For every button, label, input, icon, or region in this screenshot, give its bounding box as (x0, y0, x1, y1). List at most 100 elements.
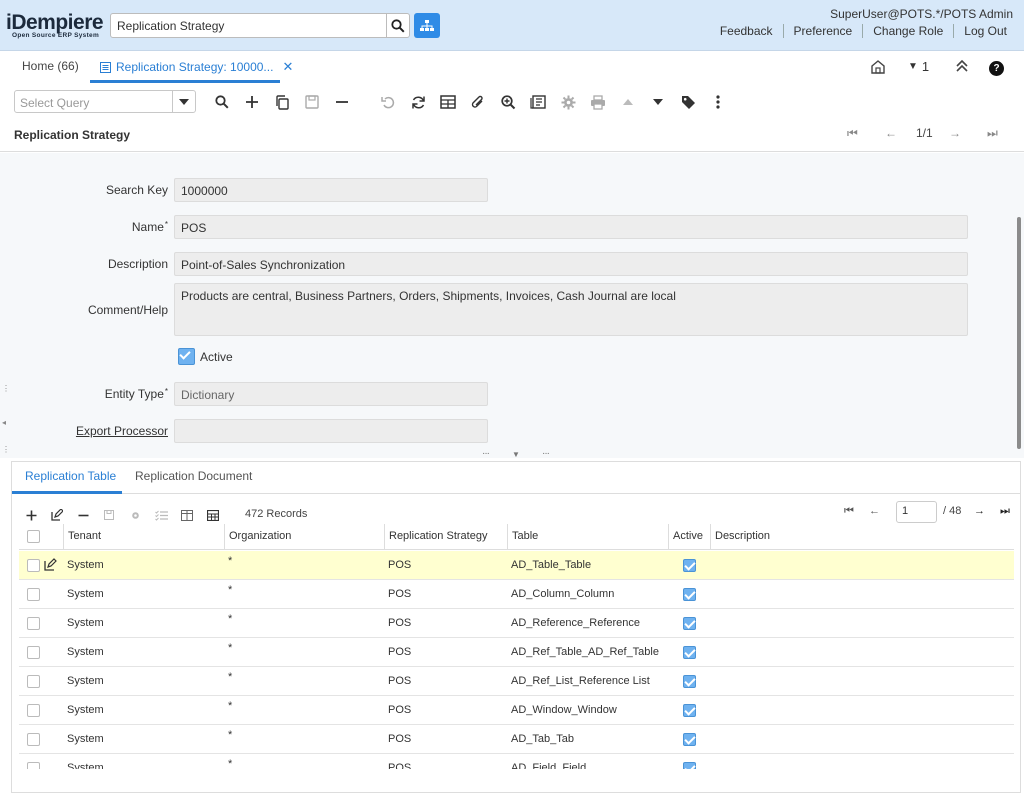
cell-active-checkbox[interactable] (683, 617, 696, 630)
tab-replication-document[interactable]: Replication Document (135, 469, 252, 483)
table-row[interactable]: System * POS AD_Column_Column (19, 580, 1014, 609)
last-record-icon[interactable]: ⏭ (987, 126, 998, 141)
preference-link[interactable]: Preference (784, 24, 864, 38)
column-header-tenant[interactable]: Tenant (63, 524, 224, 550)
comment-help-textarea[interactable]: Products are central, Business Partners,… (174, 283, 968, 336)
tab-home[interactable]: Home (66) (22, 59, 79, 73)
table-row[interactable]: System * POS AD_Field_Field (19, 754, 1014, 769)
tab-replication-strategy[interactable]: Replication Strategy: 10000... ✕ (100, 59, 293, 75)
row-select-checkbox[interactable] (27, 704, 40, 717)
table-row[interactable]: System * POS AD_Table_Table (19, 551, 1014, 580)
row-select-checkbox[interactable] (27, 617, 40, 630)
cell-active-checkbox[interactable] (683, 588, 696, 601)
row-select-checkbox[interactable] (27, 559, 40, 572)
table-row[interactable]: System * POS AD_Tab_Tab (19, 725, 1014, 754)
row-select-checkbox[interactable] (27, 675, 40, 688)
detail-form-view-button[interactable] (180, 508, 194, 522)
tab-replication-table[interactable]: Replication Table (25, 469, 116, 483)
cell-active-checkbox[interactable] (683, 559, 696, 572)
detail-edit-button[interactable] (50, 508, 64, 522)
detail-checklist-button[interactable] (154, 508, 168, 522)
undo-button[interactable] (378, 92, 398, 112)
open-windows-dropdown[interactable]: ▼ 1 (908, 59, 929, 74)
table-row[interactable]: System * POS AD_Ref_List_Reference List (19, 667, 1014, 696)
feedback-link[interactable]: Feedback (710, 24, 784, 38)
more-actions-button[interactable] (708, 92, 728, 112)
column-header-replication-strategy[interactable]: Replication Strategy (384, 524, 507, 550)
refresh-button[interactable] (408, 92, 428, 112)
form-scrollbar[interactable] (1017, 217, 1021, 449)
page-number-input[interactable]: 1 (896, 501, 937, 523)
label-button[interactable] (678, 92, 698, 112)
cell-replication-strategy: POS (388, 559, 412, 571)
detail-record-button[interactable] (648, 92, 668, 112)
left-collapse-icon[interactable]: ◂ (2, 418, 6, 427)
column-header-description[interactable]: Description (710, 524, 1012, 550)
home-icon[interactable] (870, 59, 886, 78)
detail-grid-view-button[interactable] (206, 508, 220, 522)
row-edit-icon[interactable] (44, 558, 57, 574)
save-button[interactable] (302, 92, 322, 112)
description-field[interactable]: Point-of-Sales Synchronization (174, 252, 968, 276)
first-page-icon[interactable]: ⏮ (844, 505, 854, 518)
export-processor-field[interactable] (174, 419, 488, 443)
cell-active-checkbox[interactable] (683, 675, 696, 688)
detail-splitter[interactable]: ··· ▼ ··· (0, 448, 1024, 462)
detail-save-button[interactable] (102, 508, 116, 522)
chevron-down-icon[interactable] (172, 91, 195, 112)
search-key-field[interactable]: 1000000 (174, 178, 488, 202)
column-header-table[interactable]: Table (507, 524, 668, 550)
entity-type-field[interactable]: Dictionary (174, 382, 488, 406)
new-record-button[interactable] (242, 92, 262, 112)
detail-new-button[interactable] (24, 508, 38, 522)
copy-record-button[interactable] (272, 92, 292, 112)
row-select-checkbox[interactable] (27, 733, 40, 746)
previous-page-icon[interactable]: ← (869, 505, 880, 517)
next-record-icon[interactable]: → (949, 126, 961, 140)
delete-record-button[interactable] (332, 92, 352, 112)
cell-active-checkbox[interactable] (683, 646, 696, 659)
table-row[interactable]: System * POS AD_Ref_Table_AD_Ref_Table (19, 638, 1014, 667)
process-button[interactable] (558, 92, 578, 112)
print-button[interactable] (588, 92, 608, 112)
splitter-caret-icon[interactable]: ▼ (512, 450, 520, 459)
previous-record-icon[interactable]: ← (885, 126, 897, 140)
left-splitter-handle[interactable]: ⋮ (2, 385, 10, 393)
column-header-organization[interactable]: Organization (224, 524, 384, 550)
menu-tree-button[interactable] (414, 13, 440, 38)
detail-delete-button[interactable] (76, 508, 90, 522)
attachment-button[interactable] (468, 92, 488, 112)
name-field[interactable]: POS (174, 215, 968, 239)
column-header-active[interactable]: Active (668, 524, 710, 550)
parent-record-button[interactable] (618, 92, 638, 112)
find-button[interactable] (212, 92, 232, 112)
global-search-input[interactable]: Replication Strategy (110, 13, 387, 38)
select-all-checkbox[interactable] (27, 530, 40, 543)
select-query-combobox[interactable]: Select Query (14, 90, 196, 113)
row-select-checkbox[interactable] (27, 762, 40, 769)
zoom-across-button[interactable] (498, 92, 518, 112)
table-row[interactable]: System * POS AD_Window_Window (19, 696, 1014, 725)
active-checkbox[interactable] (178, 348, 195, 365)
export-processor-label[interactable]: Export Processor (76, 424, 168, 438)
help-icon[interactable]: ? (989, 61, 1004, 76)
cell-active-checkbox[interactable] (683, 762, 696, 769)
collapse-up-icon[interactable] (955, 59, 969, 76)
detail-process-button[interactable] (128, 508, 142, 522)
report-button[interactable] (528, 92, 548, 112)
row-select-checkbox[interactable] (27, 646, 40, 659)
grid-horizontal-scrollbar[interactable] (19, 771, 1014, 779)
cell-active-checkbox[interactable] (683, 733, 696, 746)
grid-toggle-button[interactable] (438, 92, 458, 112)
logout-link[interactable]: Log Out (954, 24, 1017, 38)
row-select-checkbox[interactable] (27, 588, 40, 601)
cell-active-checkbox[interactable] (683, 704, 696, 717)
last-page-icon[interactable]: ⏭ (1000, 505, 1010, 518)
next-page-icon[interactable]: → (974, 505, 985, 517)
first-record-icon[interactable]: ⏮ (847, 126, 858, 141)
close-tab-icon[interactable]: ✕ (282, 59, 293, 75)
search-button[interactable] (386, 13, 410, 38)
table-row[interactable]: System * POS AD_Reference_Reference (19, 609, 1014, 638)
app-logo[interactable]: iDempiere Open Source ERP System (6, 12, 107, 39)
change-role-link[interactable]: Change Role (863, 24, 955, 38)
